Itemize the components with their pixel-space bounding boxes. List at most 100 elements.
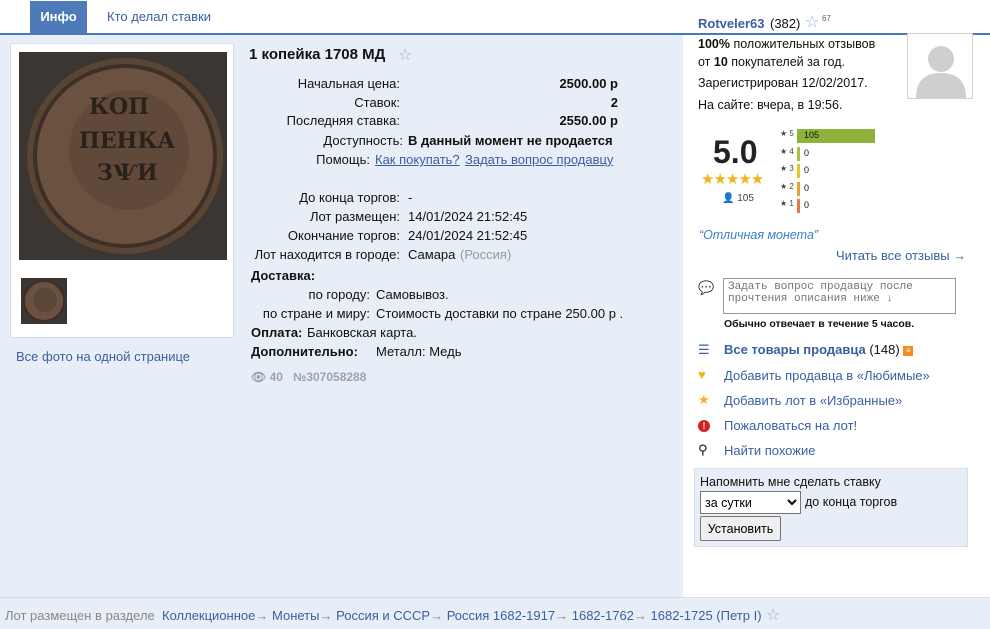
time-left-value: - bbox=[408, 190, 413, 205]
seller-online: На сайте: вчера, в 19:56. bbox=[698, 98, 843, 112]
bids-value: 2 bbox=[610, 95, 618, 110]
positive-text: положительных отзывов bbox=[729, 37, 876, 51]
seller-feedback-count: (382) bbox=[770, 16, 801, 31]
breadcrumb-item[interactable]: 1682-1725 (Петр I) bbox=[651, 608, 762, 623]
lot-photo[interactable]: КОП ПЕНКА ЗѰИ bbox=[19, 52, 227, 260]
reminder-title: Напомнить мне сделать ставку bbox=[700, 475, 881, 489]
breadcrumb-arrow: → bbox=[430, 608, 447, 623]
bids-label: Ставок: bbox=[354, 95, 400, 110]
help-label: Помощь: bbox=[316, 152, 370, 167]
lot-title: 1 копейка 1708 МД bbox=[249, 46, 386, 63]
eye-icon: 👁 bbox=[251, 370, 267, 384]
reviews-total: 👤 105 bbox=[722, 193, 754, 204]
extra-label: Дополнительно: bbox=[251, 344, 358, 359]
posted-value: 14/01/2024 21:52:45 bbox=[408, 209, 528, 224]
tab-bar: Инфо Кто делал ставки bbox=[0, 0, 990, 35]
availability-label: Доступность: bbox=[323, 133, 403, 148]
tab-bidders[interactable]: Кто делал ставки bbox=[107, 9, 211, 24]
photo-card: КОП ПЕНКА ЗѰИ bbox=[10, 43, 234, 338]
breadcrumb-item[interactable]: 1682-1762 bbox=[572, 608, 634, 623]
start-price-label: Начальная цена: bbox=[297, 76, 400, 91]
breadcrumb-item[interactable]: Монеты bbox=[272, 608, 319, 623]
rating-row-bar bbox=[797, 164, 800, 178]
rating-row-count: 0 bbox=[804, 200, 810, 210]
user-icon: 👤 bbox=[722, 193, 735, 204]
svg-text:ЗѰИ: ЗѰИ bbox=[97, 160, 158, 186]
breadcrumb-arrow: → bbox=[255, 608, 272, 623]
ends-label: Окончание торгов: bbox=[287, 228, 400, 243]
payment-label: Оплата: bbox=[251, 325, 303, 340]
lot-number: №307058288 bbox=[292, 370, 367, 384]
read-all-reviews-link[interactable]: Читать все отзывы → bbox=[836, 248, 966, 263]
city-label: Лот находится в городе: bbox=[254, 247, 400, 262]
speech-bubble-icon: 💬 bbox=[698, 280, 715, 295]
seller-buyers-line: от 10 покупателей за год. bbox=[698, 55, 845, 69]
from-text: от bbox=[698, 55, 714, 69]
rating-row-label: ★ 2 bbox=[780, 181, 794, 191]
city-delivery-label: по городу: bbox=[308, 287, 370, 302]
lot-stats: 👁 40 №307058288 bbox=[251, 370, 366, 384]
heart-icon: ♥ bbox=[698, 367, 706, 382]
ask-seller-link[interactable]: Задать вопрос продавцу bbox=[465, 152, 613, 167]
views-count: 40 bbox=[269, 370, 283, 384]
rss-icon[interactable]: ≡ bbox=[903, 345, 914, 356]
find-similar-link[interactable]: Найти похожие bbox=[724, 443, 815, 458]
breadcrumb-arrow: → bbox=[555, 608, 572, 623]
list-icon: ☰ bbox=[698, 342, 710, 357]
all-items-link[interactable]: Все товары продавца (148) ≡ bbox=[724, 342, 914, 357]
lot-photo-thumbnail[interactable] bbox=[21, 278, 67, 324]
seller-name-link[interactable]: Rotveler63 bbox=[698, 16, 764, 31]
breadcrumb-arrow: → bbox=[633, 608, 651, 623]
svg-text:ПЕНКА: ПЕНКА bbox=[79, 128, 175, 154]
seller-positive-line: 100% положительных отзывов bbox=[698, 37, 875, 51]
all-photos-link[interactable]: Все фото на одной странице bbox=[16, 349, 190, 364]
buyers-text: покупателей за год. bbox=[727, 55, 846, 69]
last-bid-label: Последняя ставка: bbox=[286, 113, 400, 128]
time-left-label: До конца торгов: bbox=[299, 190, 400, 205]
add-favorite-seller-link[interactable]: Добавить продавца в «Любимые» bbox=[724, 368, 930, 383]
breadcrumb-item[interactable]: Россия 1682-1917 bbox=[447, 608, 555, 623]
rating-row-bar bbox=[797, 146, 800, 161]
country-value: (Россия) bbox=[460, 247, 512, 262]
breadcrumb-item[interactable]: Россия и СССР bbox=[336, 608, 430, 623]
all-items-count: (148) bbox=[869, 342, 900, 357]
favorite-star-icon[interactable]: ☆ bbox=[398, 45, 412, 65]
extra-value: Металл: Медь bbox=[376, 344, 462, 359]
rating-row-count: 0 bbox=[804, 147, 810, 158]
add-favorite-lot-link[interactable]: Добавить лот в «Избранные» bbox=[724, 393, 902, 408]
rating-row-bar bbox=[797, 199, 800, 213]
positive-pct: 100% bbox=[698, 37, 730, 51]
start-price-value: 2500.00 р bbox=[559, 76, 618, 91]
rating-row-label: ★ 5 bbox=[780, 129, 794, 138]
rating-row-count: 0 bbox=[804, 182, 810, 193]
seller-star-count: 67 bbox=[822, 14, 831, 23]
reminder-after-text: до конца торгов bbox=[805, 495, 898, 509]
question-input[interactable] bbox=[723, 278, 956, 314]
city-value: Самара bbox=[408, 247, 456, 262]
seller-registered: Зарегистрирован 12/02/2017. bbox=[698, 76, 868, 90]
reviews-total-value: 105 bbox=[737, 193, 754, 204]
review-quote[interactable]: “Отличная монета” bbox=[699, 228, 818, 242]
category-star-icon[interactable]: ☆ bbox=[762, 607, 780, 624]
rating-row-bar bbox=[797, 181, 800, 196]
rating-row-count: 0 bbox=[804, 165, 810, 175]
city-delivery-value: Самовывоз. bbox=[376, 287, 449, 302]
how-to-buy-link[interactable]: Как покупать? bbox=[375, 152, 460, 167]
set-reminder-button[interactable]: Установить bbox=[700, 516, 781, 541]
seller-rating-value: 5.0 bbox=[713, 134, 758, 170]
complain-link[interactable]: Пожаловаться на лот! bbox=[724, 418, 857, 433]
rating-stars-icon: ★★★★★ bbox=[701, 171, 764, 188]
star-icon: ★ bbox=[698, 392, 710, 407]
breadcrumb-item[interactable]: Коллекционное bbox=[162, 608, 255, 623]
alert-icon: ! bbox=[698, 417, 710, 432]
reminder-box: Напомнить мне сделать ставку за сутки до… bbox=[694, 468, 968, 547]
posted-label: Лот размещен: bbox=[309, 209, 400, 224]
payment-value: Банковская карта. bbox=[307, 325, 417, 340]
availability-value: В данный момент не продается bbox=[408, 133, 613, 148]
breadcrumb-arrow: → bbox=[319, 608, 337, 623]
reminder-period-select[interactable]: за сутки bbox=[700, 491, 801, 514]
seller-avatar[interactable] bbox=[907, 33, 973, 99]
seller-star-icon[interactable]: ☆ bbox=[805, 12, 819, 32]
tab-info[interactable]: Инфо bbox=[30, 1, 87, 33]
search-icon: ⚲ bbox=[698, 442, 708, 457]
